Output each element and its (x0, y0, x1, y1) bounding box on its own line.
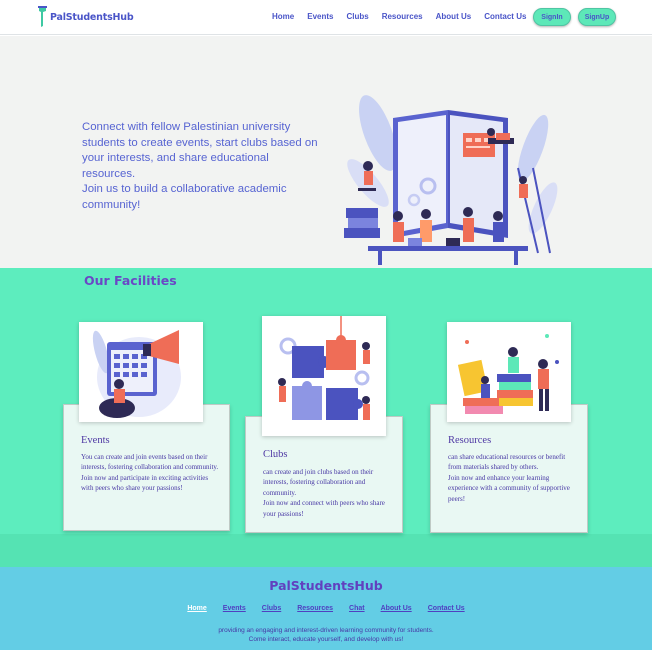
resources-card-image (447, 322, 571, 422)
facilities-section: Our Facilities Events You can create and… (0, 268, 652, 567)
book-stack-illustration (457, 334, 559, 414)
brand-logo[interactable]: PalStudentsHub (37, 6, 134, 28)
resources-card-description: can share educational resources or benef… (448, 453, 570, 503)
facilities-title: Our Facilities (84, 273, 177, 288)
hero-tagline-line1: Connect with fellow Palestinian universi… (82, 121, 318, 180)
footer-link-events[interactable]: Events (223, 605, 246, 612)
events-card[interactable]: Events You can create and join events ba… (63, 404, 230, 531)
footer-link-about-us[interactable]: About Us (381, 605, 412, 612)
footer-description-line2: Come interact, educate yourself, and dev… (248, 636, 404, 643)
brand-name: PalStudentsHub (50, 11, 134, 23)
resources-card[interactable]: Resources can share educational resource… (430, 404, 588, 533)
footer-link-clubs[interactable]: Clubs (262, 605, 281, 612)
hero-section: Connect with fellow Palestinian universi… (0, 36, 652, 268)
footer: PalStudentsHub Home Events Clubs Resourc… (0, 567, 652, 650)
signup-button[interactable]: SignUp (578, 8, 616, 26)
footer-link-resources[interactable]: Resources (297, 605, 333, 612)
graduation-tassel-icon (38, 6, 47, 27)
top-navbar: PalStudentsHub Home Events Clubs Resourc… (0, 0, 652, 35)
hero-tagline-line2: Join us to build a collaborative academi… (82, 183, 287, 211)
facilities-bottom-strip (0, 534, 652, 567)
clubs-card-image (262, 316, 386, 436)
nav-contact-us[interactable]: Contact Us (484, 12, 526, 21)
clubs-card-description: can create and join clubs based on their… (263, 468, 385, 518)
footer-description-line1: providing an engaging and interest-drive… (218, 627, 434, 634)
hero-students-book-illustration (344, 95, 558, 265)
footer-link-contact-us[interactable]: Contact Us (428, 605, 465, 612)
nav-links: Home Events Clubs Resources About Us Con… (272, 12, 539, 21)
footer-description: providing an engaging and interest-drive… (0, 626, 652, 644)
footer-link-home[interactable]: Home (187, 605, 206, 612)
resources-card-title: Resources (448, 435, 492, 446)
calendar-megaphone-illustration (92, 330, 181, 418)
nav-resources[interactable]: Resources (382, 12, 423, 21)
footer-link-chat[interactable]: Chat (349, 605, 365, 612)
clubs-card-title: Clubs (263, 449, 288, 460)
puzzle-pieces-illustration (278, 316, 370, 420)
events-card-title: Events (81, 435, 110, 446)
events-card-description: You can create and join events based on … (81, 453, 219, 493)
footer-brand: PalStudentsHub (269, 578, 383, 593)
footer-links: Home Events Clubs Resources Chat About U… (0, 605, 652, 612)
events-card-image (79, 322, 203, 422)
nav-clubs[interactable]: Clubs (346, 12, 368, 21)
hero-tagline: Connect with fellow Palestinian universi… (82, 120, 322, 213)
nav-about-us[interactable]: About Us (436, 12, 472, 21)
signin-button[interactable]: SignIn (533, 8, 571, 26)
nav-home[interactable]: Home (272, 12, 294, 21)
nav-events[interactable]: Events (307, 12, 333, 21)
